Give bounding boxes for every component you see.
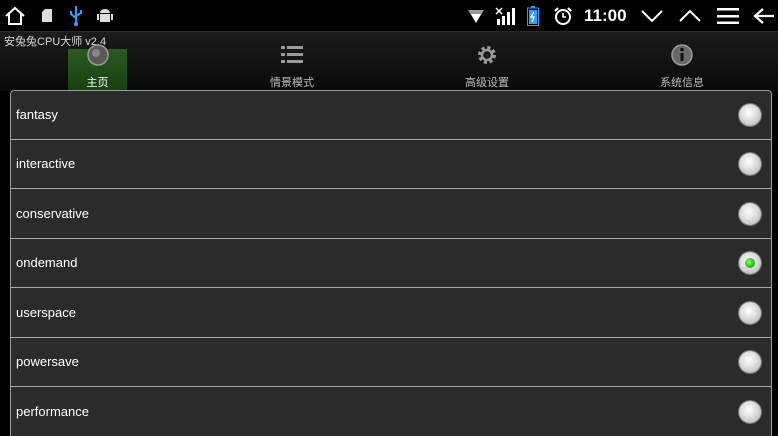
radio-button[interactable]	[739, 252, 761, 274]
app-title-bar: 安兔兔CPU大师 v2.4	[0, 31, 778, 50]
battery-charging-icon	[526, 0, 540, 31]
tab-system-info[interactable]: 系统信息	[622, 44, 742, 91]
usb-icon	[68, 0, 84, 31]
tab-label: 系统信息	[660, 77, 704, 89]
governor-label: performance	[16, 404, 89, 419]
governor-row-interactive[interactable]: interactive	[11, 140, 771, 189]
chevron-up-icon[interactable]	[677, 0, 703, 31]
chevron-down-icon[interactable]	[639, 0, 665, 31]
gear-icon	[475, 43, 499, 72]
home-circle-icon	[86, 43, 110, 72]
governor-label: ondemand	[16, 255, 78, 270]
governor-row-ondemand[interactable]: ondemand	[11, 239, 771, 288]
governor-row-powersave[interactable]: powersave	[11, 338, 771, 387]
tab-advanced-settings[interactable]: 高级设置	[427, 46, 547, 91]
sd-card-icon	[40, 0, 54, 31]
tab-bar: 主页 情景模式 高级设置 系统信息	[0, 44, 778, 91]
radio-button[interactable]	[739, 153, 761, 175]
tab-scene-mode[interactable]: 情景模式	[232, 46, 352, 91]
tab-home[interactable]: 主页	[68, 44, 127, 91]
radio-button[interactable]	[739, 203, 761, 225]
back-icon[interactable]	[751, 0, 777, 31]
menu-icon[interactable]	[715, 0, 741, 31]
radio-button[interactable]	[739, 104, 761, 126]
governor-label: fantasy	[16, 107, 58, 122]
clock-time: 11:00	[584, 6, 627, 25]
radio-button[interactable]	[739, 401, 761, 423]
governor-row-performance[interactable]: performance	[11, 388, 771, 436]
governor-label: conservative	[16, 206, 89, 221]
android-debug-icon	[96, 0, 114, 31]
governor-row-fantasy[interactable]: fantasy	[11, 91, 771, 140]
governor-label: userspace	[16, 305, 76, 320]
signal-no-sim-icon	[494, 0, 516, 31]
radio-button[interactable]	[739, 351, 761, 373]
list-icon	[280, 43, 304, 72]
radio-button[interactable]	[739, 302, 761, 324]
tab-label: 高级设置	[465, 77, 509, 89]
tab-label: 主页	[86, 77, 109, 89]
info-icon	[670, 43, 694, 72]
home-icon[interactable]	[3, 0, 27, 31]
governor-row-conservative[interactable]: conservative	[11, 190, 771, 239]
status-bar: 11:00	[0, 0, 778, 31]
wifi-icon	[467, 0, 485, 31]
governor-row-userspace[interactable]: userspace	[11, 289, 771, 338]
governor-list: fantasy interactive conservative ondeman…	[10, 90, 772, 436]
tab-label: 情景模式	[270, 77, 314, 89]
governor-label: powersave	[16, 354, 79, 369]
alarm-icon	[552, 0, 574, 31]
governor-label: interactive	[16, 156, 76, 171]
